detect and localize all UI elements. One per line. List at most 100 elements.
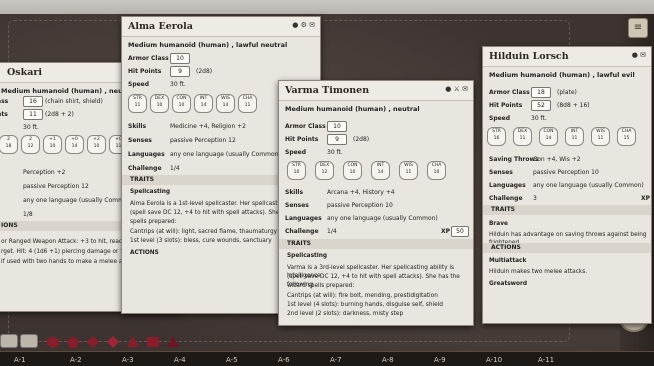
actions-header: ACTIONS [483, 243, 651, 253]
languages-label: Languages [489, 182, 526, 189]
ability-box: +2 10 [87, 135, 106, 154]
senses-value: passive Perception 12 [23, 183, 89, 190]
action-text: if used with two hands to make a melee a… [1, 259, 139, 265]
ability-box: INT 11 [565, 127, 584, 146]
coord-label: A-6 [278, 356, 290, 364]
trait-text: wizard spells prepared: [287, 283, 355, 289]
challenge-value: 3 [533, 195, 537, 202]
ac-label: Armor Class [489, 89, 530, 96]
creature-type: Medium humanoid (human) , neutral [285, 105, 420, 113]
dice-button[interactable] [20, 334, 38, 348]
coord-label: A-5 [226, 356, 238, 364]
sheet-hilduin[interactable]: Hilduin Lorsch ● ✉ Medium humanoid (huma… [482, 46, 652, 324]
hp-note: (2d8) [196, 68, 213, 75]
d10-icon[interactable] [86, 334, 100, 348]
languages-value: any one language (usually Common) [23, 197, 134, 204]
challenge-value: 1/8 [23, 211, 33, 218]
ability-box: DEX 11 [513, 127, 532, 146]
senses-value: passive Perception 10 [327, 202, 393, 209]
hp-label: Hit Points [285, 136, 319, 143]
xp-field[interactable]: 50 [451, 226, 469, 237]
saves-value: Con +4, Wis +2 [533, 156, 581, 163]
top-bar [0, 0, 654, 14]
languages-label: Languages [285, 215, 322, 222]
creature-type: Medium humanoid (human) , lawful neutral [128, 41, 288, 49]
skills-value: Medicine +4, Religion +2 [170, 123, 246, 130]
coord-label: A-7 [330, 356, 342, 364]
senses-label: Senses [489, 169, 513, 176]
ability-box: INT 14 [371, 161, 390, 180]
ac-field[interactable]: 16 [23, 96, 43, 107]
coord-label: A-8 [382, 356, 394, 364]
ac-field[interactable]: 10 [170, 53, 190, 64]
skills-value: Arcana +4, History +4 [327, 189, 395, 196]
sheet-title: Alma Eerola [122, 17, 320, 37]
trait-text: Cantrips (at will): fire bolt, mending, … [287, 293, 438, 299]
action-name: Greatsword [489, 281, 528, 287]
action-text: Hilduin makes two melee attacks. [489, 269, 588, 275]
creature-type: Medium humanoid (human) , lawful evil [489, 71, 635, 79]
speed-label: Speed [128, 81, 150, 88]
ability-box: 2 12 [21, 135, 40, 154]
d20-icon[interactable] [46, 334, 60, 348]
ac-field[interactable]: 18 [531, 87, 551, 98]
title-icons[interactable]: ● ✉ [632, 51, 646, 59]
actions-header: ACTIONS [130, 250, 159, 256]
skills-value: Perception +2 [23, 169, 66, 176]
trait-name: Brave [489, 221, 508, 227]
skills-label: Skills [128, 123, 147, 130]
hp-note: (8d8 + 16) [557, 102, 590, 109]
sheet-title: Varma Timonen [279, 81, 473, 101]
languages-value: any one language (usually Common) [533, 182, 644, 189]
ability-box: CON 10 [343, 161, 362, 180]
title-icons[interactable]: ● ⚔ ✉ [445, 85, 468, 93]
hp-label: Hit Points [128, 68, 162, 75]
skills-label: Skills [285, 189, 304, 196]
hp-field[interactable]: 9 [170, 66, 190, 77]
hp-field[interactable]: 11 [23, 109, 43, 120]
d6-icon[interactable] [126, 334, 140, 348]
ability-box: DEX 10 [150, 94, 169, 113]
menu-icon[interactable]: ≡ [628, 18, 648, 38]
xp-label: XP [641, 195, 651, 202]
ability-box: INT 14 [194, 94, 213, 113]
hp-label: Hit Points [489, 102, 523, 109]
senses-value: passive Perception 12 [170, 137, 236, 144]
sheet-title: Hilduin Lorsch [483, 47, 651, 67]
sheet-varma[interactable]: Varma Timonen ● ⚔ ✉ Medium humanoid (hum… [278, 80, 474, 326]
ability-box: +1 10 [43, 135, 62, 154]
traits-header: TRAITS [279, 239, 473, 249]
coord-label: A-3 [122, 356, 134, 364]
ac-note: (plate) [557, 89, 577, 96]
languages-value: any one language (usually Common) [327, 215, 438, 222]
ability-box: WIS 11 [399, 161, 418, 180]
d2-icon[interactable] [166, 334, 180, 348]
languages-value: any one language (usually Common) [170, 151, 281, 158]
challenge-label: Challenge [285, 228, 319, 235]
title-icons[interactable]: ● ⚙ ✉ [292, 21, 315, 29]
hp-field[interactable]: 9 [327, 134, 347, 145]
speed-value: 30 ft. [170, 81, 186, 88]
ability-box: +0 14 [65, 135, 84, 154]
ability-box: CON 14 [539, 127, 558, 146]
speed-value: 30 ft. [327, 149, 343, 156]
action-name: Multiattack [489, 258, 527, 264]
coord-label: A-10 [486, 356, 503, 364]
ac-field[interactable]: 10 [327, 121, 347, 132]
trait-text: 1st level (3 slots): bless, cure wounds,… [130, 238, 272, 244]
challenge-label: Challenge [489, 195, 523, 202]
dice-button[interactable] [0, 334, 18, 348]
hp-note: (2d8 + 2) [45, 111, 74, 118]
d12-icon[interactable] [66, 334, 80, 348]
coord-label: A-11 [538, 356, 555, 364]
ability-box: 2 18 [0, 135, 18, 154]
ability-box: CHA 15 [617, 127, 636, 146]
d4-icon[interactable] [146, 334, 160, 348]
trait-text: Cantrips (at will): light, sacred flame,… [130, 229, 278, 235]
senses-value: passive Perception 10 [533, 169, 599, 176]
ability-box: DEX 12 [315, 161, 334, 180]
hp-field[interactable]: 52 [531, 100, 551, 111]
d8-icon[interactable] [106, 334, 120, 348]
trait-text: 1st level (4 slots): burning hands, disg… [287, 302, 443, 308]
xp-label: XP [441, 228, 451, 235]
